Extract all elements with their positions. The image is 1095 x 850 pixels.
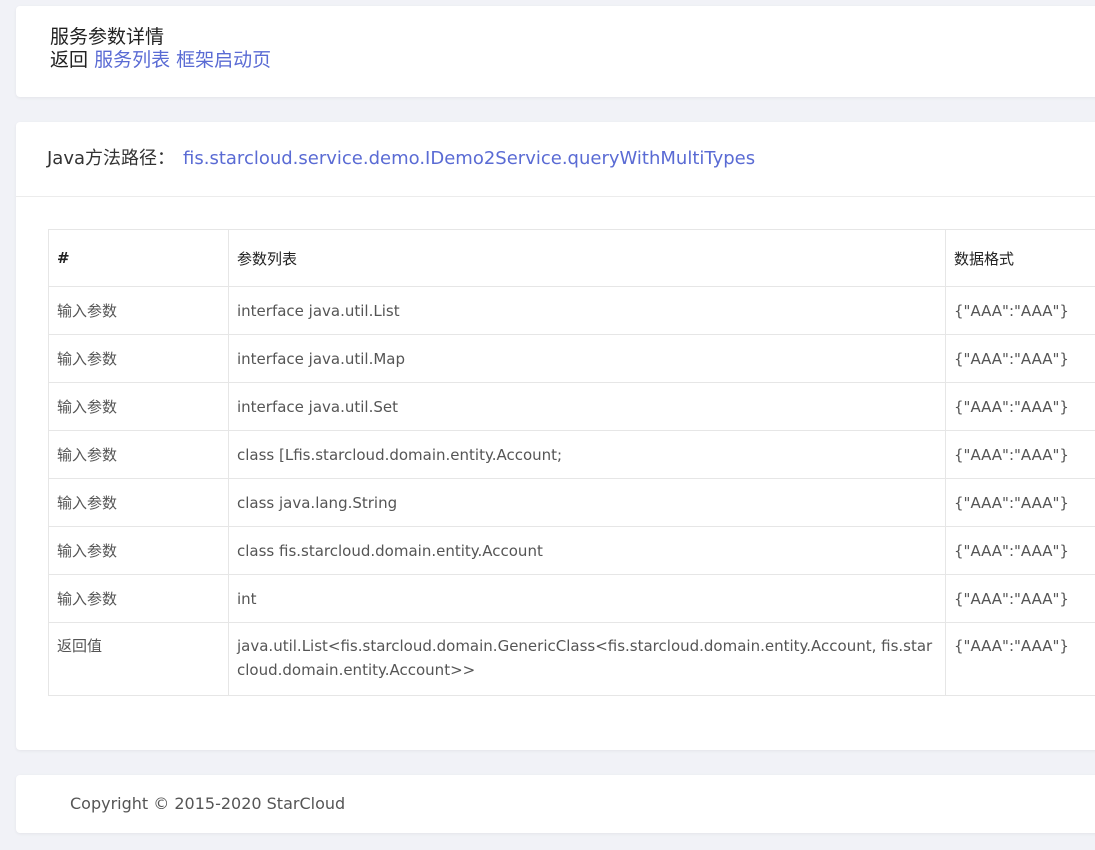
row-type: class java.lang.String [228,478,946,527]
row-format: {"AAA":"AAA"} [945,382,1095,431]
row-format: {"AAA":"AAA"} [945,286,1095,335]
table-row: 输入参数 class [Lfis.starcloud.domain.entity… [48,430,1095,479]
method-path-row: Java方法路径： fis.starcloud.service.demo.IDem… [47,146,755,172]
params-card: Java方法路径： fis.starcloud.service.demo.IDem… [16,122,1095,750]
card-divider [16,196,1095,197]
params-table: # 参数列表 数据格式 输入参数 interface java.util.Lis… [48,229,1095,696]
row-type: interface java.util.Set [228,382,946,431]
footer-card: Copyright © 2015-2020 StarCloud [16,775,1095,833]
row-format: {"AAA":"AAA"} [945,478,1095,527]
column-header-params: 参数列表 [228,229,946,287]
row-kind: 输入参数 [48,382,229,431]
row-type: java.util.List<fis.starcloud.domain.Gene… [228,622,946,696]
row-format: {"AAA":"AAA"} [945,574,1095,623]
column-header-format: 数据格式 [945,229,1095,287]
service-list-link[interactable]: 服务列表 [94,49,170,71]
framework-start-page-link[interactable]: 框架启动页 [176,49,271,71]
row-kind: 输入参数 [48,430,229,479]
method-path-label: Java方法路径： [47,148,176,169]
breadcrumb: 返回 服务列表 框架启动页 [50,48,271,72]
row-kind: 输入参数 [48,334,229,383]
row-format: {"AAA":"AAA"} [945,526,1095,575]
row-type: class fis.starcloud.domain.entity.Accoun… [228,526,946,575]
table-row: 输入参数 interface java.util.Set {"AAA":"AAA… [48,382,1095,431]
row-format: {"AAA":"AAA"} [945,334,1095,383]
back-label: 返回 [50,49,89,71]
row-kind: 返回值 [48,622,229,696]
table-row: 输入参数 class fis.starcloud.domain.entity.A… [48,526,1095,575]
table-row: 输入参数 class java.lang.String {"AAA":"AAA"… [48,478,1095,527]
page-title: 服务参数详情 [50,26,165,48]
row-kind: 输入参数 [48,574,229,623]
row-type: interface java.util.Map [228,334,946,383]
row-kind: 输入参数 [48,478,229,527]
method-path-value: fis.starcloud.service.demo.IDemo2Service… [183,148,756,169]
row-kind: 输入参数 [48,286,229,335]
table-row: 输入参数 interface java.util.List {"AAA":"AA… [48,286,1095,335]
copyright-text: Copyright © 2015-2020 StarCloud [70,794,346,813]
column-header-index: # [48,229,229,287]
row-type: class [Lfis.starcloud.domain.entity.Acco… [228,430,946,479]
header-card: 服务参数详情 返回 服务列表 框架启动页 [16,6,1095,97]
row-kind: 输入参数 [48,526,229,575]
table-header-row: # 参数列表 数据格式 [48,229,1095,287]
row-type: int [228,574,946,623]
table-row: 输入参数 interface java.util.Map {"AAA":"AAA… [48,334,1095,383]
row-type: interface java.util.List [228,286,946,335]
row-format: {"AAA":"AAA"} [945,430,1095,479]
row-format: {"AAA":"AAA"} [945,622,1095,696]
table-row: 返回值 java.util.List<fis.starcloud.domain.… [48,622,1095,696]
table-row: 输入参数 int {"AAA":"AAA"} [48,574,1095,623]
